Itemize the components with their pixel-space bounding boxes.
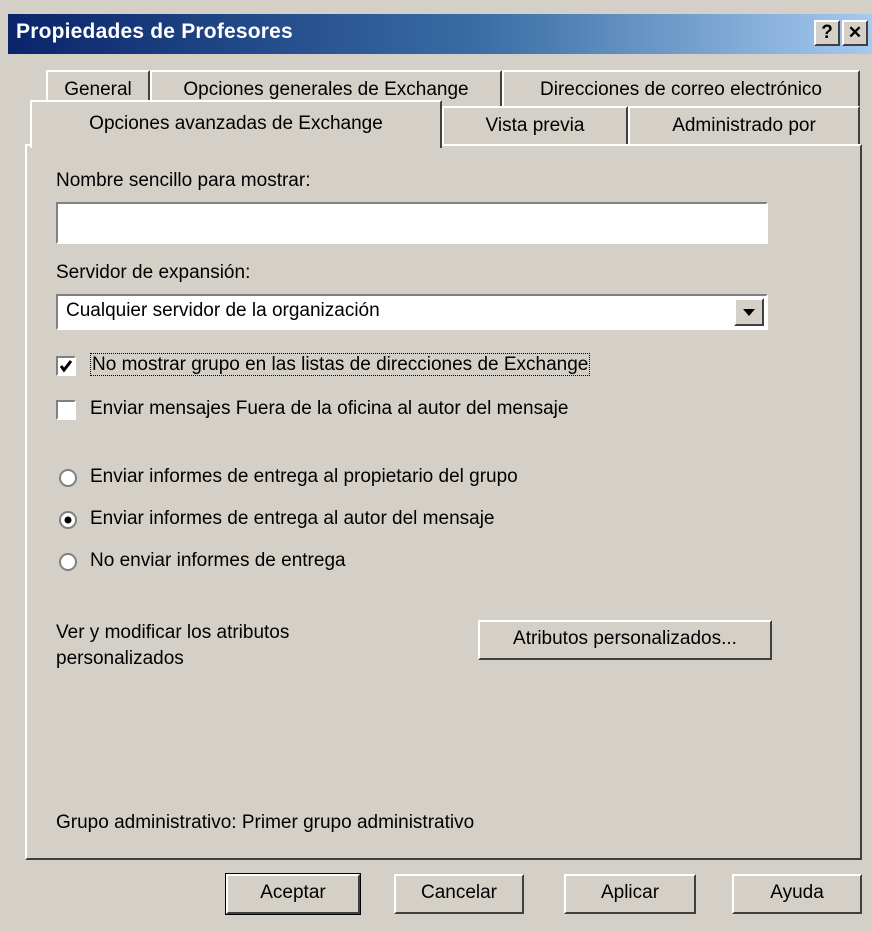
expansion-server-select[interactable]: Cualquier servidor de la organización bbox=[56, 294, 768, 330]
admin-group-text: Grupo administrativo: Primer grupo admin… bbox=[56, 812, 475, 833]
send-oof-checkbox[interactable] bbox=[56, 400, 76, 420]
tab-email-addresses[interactable]: Direcciones de correo electrónico bbox=[502, 70, 860, 108]
display-name-label: Nombre sencillo para mostrar: bbox=[56, 170, 311, 191]
radio-author-label[interactable]: Enviar informes de entrega al autor del … bbox=[90, 508, 495, 530]
tab-exchange-advanced[interactable]: Opciones avanzadas de Exchange bbox=[30, 100, 442, 148]
apply-button[interactable]: Aplicar bbox=[564, 874, 696, 914]
close-icon: ✕ bbox=[847, 23, 863, 42]
send-oof-label[interactable]: Enviar mensajes Fuera de la oficina al a… bbox=[90, 398, 568, 420]
properties-dialog: Propiedades de Profesores ? ✕ General Op… bbox=[0, 0, 872, 932]
radio-owner-label[interactable]: Enviar informes de entrega al propietari… bbox=[90, 466, 518, 488]
expansion-server-value: Cualquier servidor de la organización bbox=[66, 300, 380, 321]
expansion-server-label: Servidor de expansión: bbox=[56, 262, 251, 283]
custom-attrs-label-line2: personalizados bbox=[56, 648, 184, 669]
custom-attrs-label-line1: Ver y modificar los atributos bbox=[56, 622, 290, 643]
title-bar[interactable]: Propiedades de Profesores ? ✕ bbox=[8, 14, 872, 54]
close-title-button[interactable]: ✕ bbox=[842, 20, 868, 46]
help-icon: ? bbox=[821, 22, 833, 43]
dropdown-arrow-button[interactable] bbox=[734, 298, 764, 326]
radio-author[interactable] bbox=[58, 510, 78, 530]
hide-group-label-text: No mostrar grupo en las listas de direcc… bbox=[90, 353, 591, 376]
custom-attributes-button[interactable]: Atributos personalizados... bbox=[478, 620, 772, 660]
help-title-button[interactable]: ? bbox=[814, 20, 840, 46]
display-name-input[interactable] bbox=[56, 202, 768, 244]
help-button[interactable]: Ayuda bbox=[732, 874, 862, 914]
tab-managed-by[interactable]: Administrado por bbox=[628, 106, 860, 146]
radio-owner[interactable] bbox=[58, 468, 78, 488]
radio-none[interactable] bbox=[58, 552, 78, 572]
chevron-down-icon bbox=[743, 309, 755, 316]
tab-preview[interactable]: Vista previa bbox=[442, 106, 628, 146]
checkmark-icon bbox=[59, 360, 73, 373]
hide-group-checkbox[interactable] bbox=[56, 356, 76, 376]
hide-group-label[interactable]: No mostrar grupo en las listas de direcc… bbox=[90, 353, 591, 376]
ok-button[interactable]: Aceptar bbox=[225, 873, 361, 915]
window-title: Propiedades de Profesores bbox=[16, 20, 293, 43]
cancel-button[interactable]: Cancelar bbox=[394, 874, 524, 914]
tab-panel-advanced bbox=[25, 144, 862, 860]
radio-none-label[interactable]: No enviar informes de entrega bbox=[90, 550, 346, 572]
